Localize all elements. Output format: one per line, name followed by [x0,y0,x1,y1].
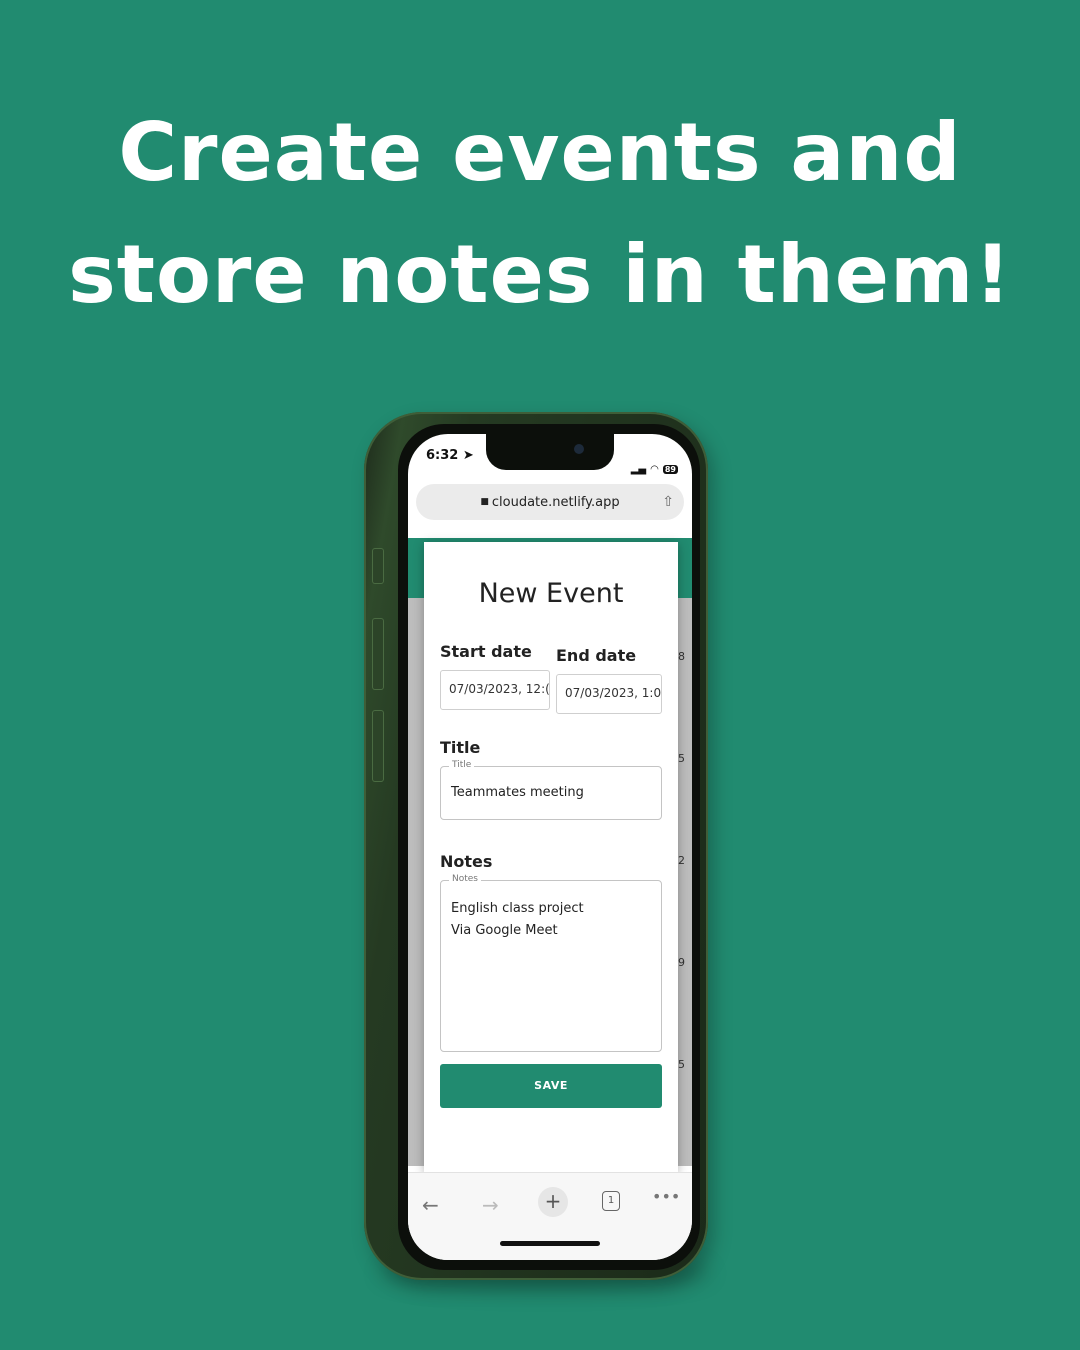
notes-field[interactable]: Notes English class project Via Google M… [440,874,662,1052]
calendar-day-number: 9 [678,956,685,969]
wifi-icon: ◠ [650,464,659,475]
start-date-input[interactable]: 07/03/2023, 12:( [440,670,550,710]
calendar-day-number: 5 [678,1058,685,1071]
phone-screen: 6:32 ➤ ▂▄ ◠ 89 ■ cloudate.netlify.app ⇧ … [408,434,692,1260]
browser-toolbar: ← → + 1 ••• [408,1172,692,1260]
end-date-input[interactable]: 07/03/2023, 1:0( [556,674,662,714]
more-icon[interactable]: ••• [652,1187,680,1206]
calendar-day-number: 2 [678,854,685,867]
save-button[interactable]: SAVE [440,1064,662,1108]
notes-field-legend: Notes [449,874,481,884]
home-indicator [500,1241,600,1246]
volume-down-button [372,710,384,782]
share-icon[interactable]: ⇧ [662,494,674,510]
headline-line-1: Create events and [118,106,962,199]
url-text: cloudate.netlify.app [491,494,620,510]
tabs-button[interactable]: 1 [602,1191,620,1211]
notch [486,434,614,470]
status-icons: ▂▄ ◠ 89 [631,464,678,475]
start-date-label: Start date [440,642,532,661]
calendar-day-number: 5 [678,752,685,765]
calendar-day-number: 8 [678,650,685,663]
dialog-title: New Event [478,578,624,609]
new-event-dialog: New Event Start date End date 07/03/2023… [424,542,678,1172]
title-field-value: Teammates meeting [451,785,584,800]
address-bar[interactable]: ■ cloudate.netlify.app ⇧ [416,484,684,520]
status-time: 6:32 ➤ [426,448,474,463]
mute-switch [372,548,384,584]
lock-icon: ■ [480,497,489,507]
end-date-label: End date [556,646,637,665]
headline-line-2: store notes in them! [68,228,1012,321]
headline: Create events and store notes in them! [0,92,1080,336]
notes-label: Notes [440,852,493,871]
location-arrow-icon: ➤ [462,448,474,463]
title-field-legend: Title [449,760,475,770]
back-arrow-icon[interactable]: ← [422,1193,439,1217]
notes-field-value: English class project Via Google Meet [451,901,584,938]
camera-icon [574,444,584,454]
battery-icon: 89 [662,465,678,474]
title-label: Title [440,738,481,757]
plus-icon[interactable]: + [538,1187,568,1217]
forward-arrow-icon[interactable]: → [482,1193,499,1217]
signal-icon: ▂▄ [630,464,647,475]
volume-up-button [372,618,384,690]
title-field[interactable]: Title Teammates meeting [440,760,662,820]
